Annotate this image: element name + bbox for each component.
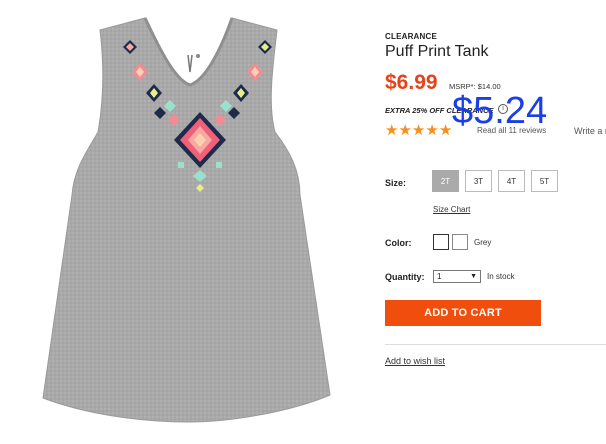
size-option-2t[interactable]: 2T <box>432 170 459 192</box>
chevron-down-icon: ▼ <box>470 273 477 280</box>
star-icon: ★ <box>398 122 412 139</box>
product-title: Puff Print Tank <box>385 43 489 60</box>
clearance-badge: CLEARANCE <box>385 32 438 41</box>
add-to-cart-button[interactable]: ADD TO CART <box>385 300 541 326</box>
stock-status: In stock <box>487 272 515 281</box>
color-name: Grey <box>474 238 492 247</box>
size-option-5t[interactable]: 5T <box>531 170 558 192</box>
star-icon: ★ <box>438 122 453 139</box>
discounted-price-overlay: $5.24 <box>452 90 548 132</box>
color-swatches <box>433 234 468 250</box>
size-option-3t[interactable]: 3T <box>465 170 492 192</box>
star-icon: ★ <box>425 122 439 139</box>
quantity-select[interactable]: 1 ▼ <box>433 270 481 283</box>
color-swatch-grey[interactable] <box>452 234 468 250</box>
size-label: Size: <box>385 178 407 188</box>
product-price: $6.99 <box>385 71 438 94</box>
product-image <box>42 17 331 423</box>
write-review-link[interactable]: Write a review <box>574 126 606 136</box>
rating-stars[interactable]: ★ ★ ★ ★ ★ <box>385 123 452 138</box>
size-chart-link[interactable]: Size Chart <box>433 205 470 214</box>
quantity-value: 1 <box>437 272 442 281</box>
divider <box>385 344 606 345</box>
size-selector: 2T 3T 4T 5T <box>432 170 558 192</box>
star-icon: ★ <box>411 122 426 139</box>
size-option-4t[interactable]: 4T <box>498 170 525 192</box>
product-info-panel: CLEARANCE Puff Print Tank $6.99 MSRP*: $… <box>385 0 606 444</box>
color-label: Color: <box>385 238 412 248</box>
quantity-label: Quantity: <box>385 272 425 282</box>
star-icon: ★ <box>385 122 399 139</box>
color-swatch[interactable] <box>433 234 449 250</box>
add-to-wishlist-link[interactable]: Add to wish list <box>385 356 445 366</box>
